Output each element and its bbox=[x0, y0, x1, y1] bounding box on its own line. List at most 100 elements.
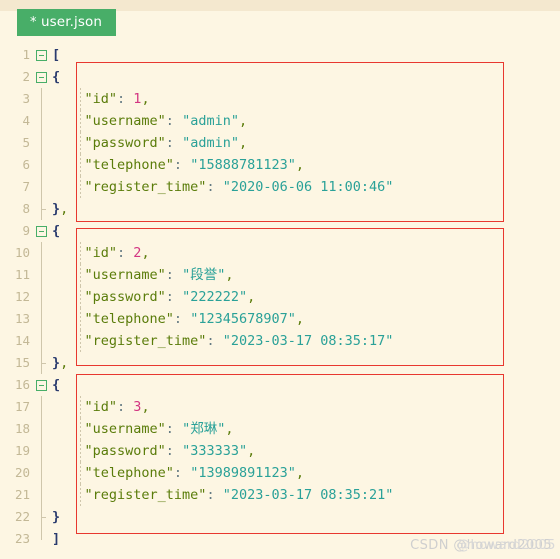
token-brace: { bbox=[52, 69, 61, 85]
minus-square-icon[interactable] bbox=[36, 380, 47, 391]
code-editor-area[interactable]: 1[2{3 "id": 1, 4 "username": "admin", 5 "p… bbox=[0, 44, 560, 559]
line-number: 1 bbox=[22, 47, 30, 62]
token-brace: { bbox=[52, 377, 61, 393]
code-line[interactable]: 10 "id": 2, bbox=[0, 242, 560, 264]
minus-square-icon[interactable] bbox=[36, 50, 47, 61]
token-punc: , bbox=[295, 157, 304, 173]
minus-square-icon[interactable] bbox=[36, 72, 47, 83]
line-number: 5 bbox=[22, 135, 30, 150]
token-colon: : bbox=[165, 135, 183, 151]
fold-guide-line bbox=[41, 330, 42, 352]
line-number: 18 bbox=[14, 421, 30, 436]
line-number: 6 bbox=[22, 157, 30, 172]
token-key: "register_time" bbox=[52, 487, 207, 503]
fold-guide-line bbox=[41, 528, 42, 540]
code-line[interactable]: 20 "telephone": "13989891123", bbox=[0, 462, 560, 484]
fold-guide-line bbox=[41, 484, 42, 506]
code-line[interactable]: 14 "register_time": "2023-03-17 08:35:17… bbox=[0, 330, 560, 352]
code-line[interactable]: 11 "username": "段誉", bbox=[0, 264, 560, 286]
line-number: 23 bbox=[14, 531, 30, 546]
token-str: "2023-03-17 08:35:21" bbox=[222, 487, 394, 503]
token-colon: : bbox=[206, 333, 223, 349]
line-number: 16 bbox=[14, 377, 30, 392]
code-line[interactable]: 3 "id": 1, bbox=[0, 88, 560, 110]
code-text: "register_time": "2023-03-17 08:35:17" bbox=[52, 330, 394, 352]
code-line[interactable]: 17 "id": 3, bbox=[0, 396, 560, 418]
code-line[interactable]: 2{ bbox=[0, 66, 560, 88]
line-number: 21 bbox=[14, 487, 30, 502]
fold-guide-line bbox=[41, 506, 46, 528]
token-punc: , bbox=[60, 355, 69, 371]
tab-modified-indicator: * bbox=[30, 15, 37, 30]
code-line[interactable]: 12 "password": "222222", bbox=[0, 286, 560, 308]
code-line[interactable]: 16 { bbox=[0, 374, 560, 396]
token-brace: } bbox=[52, 355, 61, 371]
token-key: "password" bbox=[52, 135, 166, 151]
token-bracket: [ bbox=[52, 47, 61, 63]
token-key: "id" bbox=[52, 399, 118, 415]
code-line[interactable]: 13 "telephone": "12345678907", bbox=[0, 308, 560, 330]
token-key: "register_time" bbox=[52, 179, 207, 195]
fold-guide-line bbox=[41, 176, 42, 198]
token-colon: : bbox=[165, 289, 183, 305]
code-line[interactable]: 18 "username": "郑琳", bbox=[0, 418, 560, 440]
code-text: }, bbox=[52, 352, 68, 374]
line-number: 11 bbox=[14, 267, 30, 282]
line-number: 17 bbox=[14, 399, 30, 414]
line-number: 4 bbox=[22, 113, 30, 128]
token-key: "username" bbox=[52, 113, 166, 129]
code-line[interactable]: 21 "register_time": "2023-03-17 08:35:21… bbox=[0, 484, 560, 506]
token-colon: : bbox=[173, 465, 191, 481]
tab-user-json[interactable]: * user.json bbox=[17, 9, 117, 36]
line-number: 7 bbox=[22, 179, 30, 194]
line-number: 9 bbox=[22, 223, 30, 238]
token-key: "telephone" bbox=[52, 465, 174, 481]
code-text: "password": "admin", bbox=[52, 132, 248, 154]
token-punc: , bbox=[141, 91, 150, 107]
token-key: "username" bbox=[52, 421, 166, 437]
code-line[interactable]: 19 "password": "333333", bbox=[0, 440, 560, 462]
token-str: "郑琳" bbox=[182, 421, 226, 437]
line-number: 2 bbox=[22, 69, 30, 84]
fold-guide-line bbox=[41, 396, 42, 418]
line-number: 15 bbox=[14, 355, 30, 370]
fold-guide-line bbox=[41, 154, 42, 176]
fold-guide-line bbox=[41, 308, 42, 330]
fold-guide-line bbox=[41, 110, 42, 132]
code-line[interactable]: 1[ bbox=[0, 44, 560, 66]
code-line[interactable]: 4 "username": "admin", bbox=[0, 110, 560, 132]
line-number: 13 bbox=[14, 311, 30, 326]
code-text: }, bbox=[52, 198, 68, 220]
token-punc: , bbox=[295, 465, 304, 481]
token-key: "password" bbox=[52, 289, 166, 305]
token-key: "id" bbox=[52, 245, 118, 261]
code-line[interactable]: 15}, bbox=[0, 352, 560, 374]
token-key: "telephone" bbox=[52, 311, 174, 327]
code-line[interactable]: 5 "password": "admin", bbox=[0, 132, 560, 154]
code-text: "telephone": "13989891123", bbox=[52, 462, 305, 484]
token-punc: , bbox=[247, 289, 256, 305]
code-line[interactable]: 8}, bbox=[0, 198, 560, 220]
token-str: "333333" bbox=[182, 443, 248, 459]
token-colon: : bbox=[117, 245, 134, 261]
code-line[interactable]: 7 "register_time": "2020-06-06 11:00:46" bbox=[0, 176, 560, 198]
code-text: { bbox=[52, 374, 60, 396]
minus-square-icon[interactable] bbox=[36, 226, 47, 237]
watermark-overlay-text: @howard2005 bbox=[457, 538, 556, 553]
code-text: "username": "admin", bbox=[52, 110, 248, 132]
code-line[interactable]: 9{ bbox=[0, 220, 560, 242]
fold-guide-line bbox=[41, 198, 46, 220]
token-key: "password" bbox=[52, 443, 166, 459]
line-number: 20 bbox=[14, 465, 30, 480]
fold-guide-line bbox=[41, 132, 42, 154]
token-colon: : bbox=[206, 487, 223, 503]
code-text: ] bbox=[52, 528, 60, 550]
token-str: "15888781123" bbox=[190, 157, 296, 173]
token-colon: : bbox=[117, 91, 134, 107]
code-line[interactable]: 6 "telephone": "15888781123", bbox=[0, 154, 560, 176]
token-bracket: ] bbox=[52, 531, 61, 547]
line-number: 3 bbox=[22, 91, 30, 106]
token-colon: : bbox=[173, 311, 191, 327]
code-line[interactable]: 22} bbox=[0, 506, 560, 528]
code-text: } bbox=[52, 506, 60, 528]
